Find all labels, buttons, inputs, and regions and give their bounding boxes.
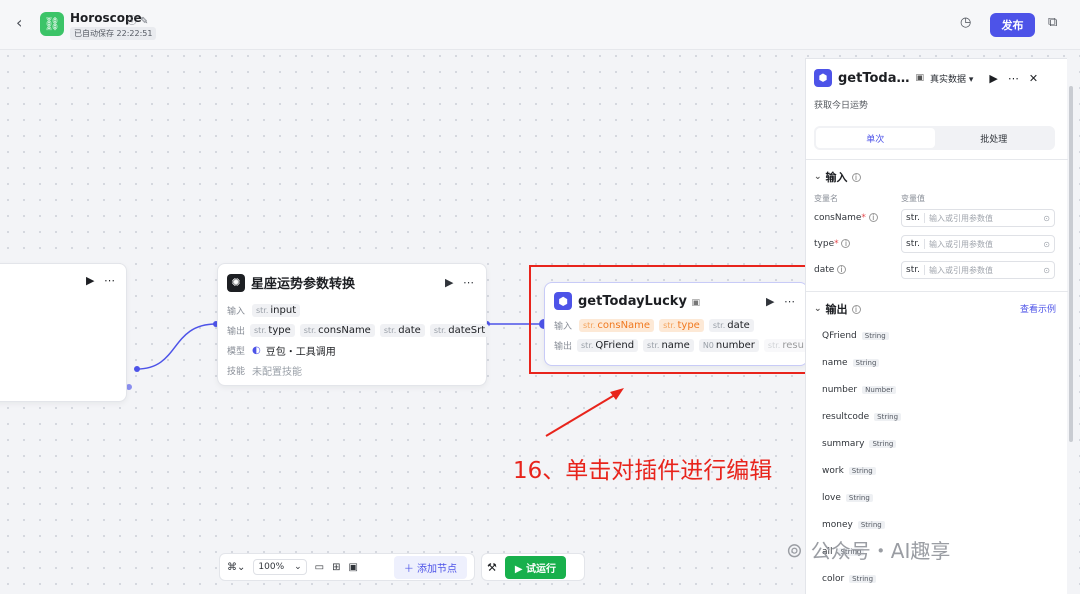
annotation-text: 16、单击对插件进行编辑 (513, 458, 773, 484)
node-skill-row: 技能 未配置技能 (227, 366, 302, 378)
node-actions[interactable]: ▶ ⋯ (86, 274, 118, 287)
tab-single[interactable]: 单次 (816, 128, 935, 148)
chevron-down-icon: ⌄ (814, 172, 822, 182)
annotation-highlight-box (529, 265, 813, 374)
panel-actions[interactable]: ▶⋯✕ (989, 72, 1048, 85)
info-icon: i (851, 304, 861, 314)
output-item: QFriend String (822, 331, 889, 341)
tab-batch[interactable]: 批处理 (935, 128, 1054, 148)
history-icon[interactable]: ◷ (960, 15, 971, 30)
node-title: 星座运势参数转换 (251, 277, 356, 292)
ref-icon: ⊙ (1043, 213, 1050, 223)
var-input-type[interactable]: str. 输入或引用参数值 ⊙ (901, 235, 1055, 253)
output-item: number Number (822, 385, 897, 395)
panel-title: getToda… (838, 70, 910, 86)
plugin-icon: ⬢ (814, 69, 832, 87)
annotation-arrowhead (610, 388, 624, 400)
output-item: work String (822, 466, 876, 476)
watermark: ⊚ 公众号・AI趣享 (786, 537, 951, 564)
top-bar: ‹ ⛓ Horoscope ⓘ✎ 已自动保存 22:22:51 ◷ 发布 ⧉ (0, 0, 1080, 50)
test-run-button[interactable]: ▶ 试运行 (504, 555, 567, 579)
col-var-value: 变量值 (901, 194, 925, 203)
var-label-consname: consName* i (814, 213, 878, 223)
output-item: money String (822, 520, 885, 530)
param-chip: str. type (250, 323, 295, 337)
node-model-row: 模型 ◐ 豆包・工具调用 (227, 344, 336, 358)
param-chip: str. dateSrt (429, 323, 490, 337)
autosave-status: 已自动保存 22:22:51 (70, 27, 157, 40)
run-mode-tabs: 单次 批处理 (814, 126, 1055, 150)
output-section-header[interactable]: ⌄ 输出 i (814, 301, 861, 317)
var-label-type: type* i (814, 239, 851, 249)
llm-icon: ✺ (227, 273, 245, 292)
node-actions[interactable]: ▶ ⋯ (445, 276, 477, 289)
node-config-panel: ⬢ getToda… ▣ 真实数据 ▾ ▶⋯✕ 获取今日运势 单次 批处理 ⌄ 输… (805, 58, 1068, 594)
ref-icon: ⊙ (1043, 265, 1050, 275)
plugin-card-icon: ▣ (915, 73, 925, 83)
run-toolbar: ⚒ ▶ 试运行 (481, 553, 585, 581)
output-item: resultcode String (822, 412, 902, 422)
var-input-consname[interactable]: str. 输入或引用参数值 ⊙ (901, 209, 1055, 227)
data-mode-select[interactable]: 真实数据 ▾ (930, 72, 973, 85)
ref-icon: ⊙ (1043, 239, 1050, 249)
publish-button[interactable]: 发布 (990, 13, 1035, 37)
wire-start-to-convert (136, 323, 217, 370)
convert-node[interactable]: ✺ 星座运势参数转换 ▶ ⋯ 输入 str. input 输出 str. type … (217, 263, 490, 386)
layout-icon[interactable]: ⊞ (332, 562, 340, 573)
node-input-row: 输入 str. input (218, 300, 486, 320)
divider (806, 159, 1068, 160)
add-node-button[interactable]: ＋ 添加节点 (393, 555, 467, 579)
wrench-icon[interactable]: ⚒ (487, 561, 497, 574)
divider (806, 291, 1068, 292)
var-input-date[interactable]: str. 输入或引用参数值 ⊙ (901, 261, 1055, 279)
col-var-name: 变量名 (814, 194, 838, 203)
panel-description: 获取今日运势 (814, 101, 869, 111)
view-example-link[interactable]: 查看示例 (1020, 302, 1056, 315)
port-dot (134, 366, 140, 372)
comment-icon[interactable]: ▭ (315, 562, 324, 573)
chevron-down-icon: ⌄ (814, 304, 822, 314)
param-chip: str. date (379, 323, 425, 337)
workflow-app-icon: ⛓ (40, 12, 64, 36)
info-icon: i (851, 172, 861, 182)
zoom-select[interactable]: 100% ⌄ (253, 559, 307, 575)
param-chip: str. input (252, 303, 301, 317)
panel-scrollbar[interactable] (1069, 86, 1073, 442)
start-node[interactable]: ▶ ⋯ (0, 263, 127, 402)
input-section-header[interactable]: ⌄ 输入 i (814, 169, 861, 185)
pointer-mode-icon[interactable]: ⌘⌄ (227, 562, 245, 573)
back-arrow-icon[interactable]: ‹ (16, 13, 22, 32)
minimap-icon[interactable]: ▣ (349, 562, 358, 573)
param-chip: str. consName (299, 323, 375, 337)
node-output-row: 输出 str. type str. consName str. date str. da… (218, 320, 490, 340)
copy-icon[interactable]: ⧉ (1048, 15, 1057, 30)
canvas-toolbar: ⌘⌄ 100% ⌄ ▭ ⊞ ▣ ＋ 添加节点 (219, 553, 475, 581)
output-item: color String (822, 574, 877, 584)
doubao-icon: ◐ (252, 344, 261, 356)
annotation-arrow (545, 392, 619, 437)
output-item: name String (822, 358, 880, 368)
output-item: summary String (822, 439, 897, 449)
wechat-icon: ⊚ (786, 537, 803, 562)
output-item: love String (822, 493, 873, 503)
var-label-date: date i (814, 265, 847, 275)
title-info-edit-icons[interactable]: ⓘ✎ (127, 12, 151, 27)
